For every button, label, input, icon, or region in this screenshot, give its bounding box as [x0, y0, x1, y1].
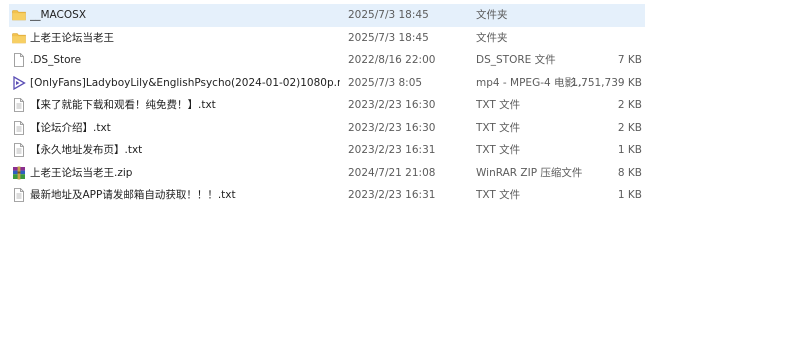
- file-row-folder[interactable]: 上老王论坛当老王 2025/7/3 18:45 文件夹: [9, 27, 645, 50]
- file-name: 【永久地址发布页】.txt: [30, 144, 143, 156]
- file-size: 7 KB: [617, 54, 642, 66]
- file-type: 文件夹: [476, 31, 508, 44]
- file-date: 2023/2/23 16:30: [348, 99, 436, 111]
- file-date: 2025/7/3 18:45: [348, 9, 429, 21]
- file-name: .DS_Store: [30, 54, 82, 66]
- file-type: TXT 文件: [476, 144, 521, 156]
- file-name: 【论坛介绍】.txt: [30, 121, 111, 134]
- file-row-mp4[interactable]: [OnlyFans]LadyboyLily&EnglishPsycho(2024…: [9, 72, 645, 95]
- file-type: DS_STORE 文件: [476, 54, 556, 66]
- file-row-ds-store[interactable]: .DS_Store 2022/8/16 22:00 DS_STORE 文件 7 …: [9, 49, 645, 72]
- file-date: 2025/7/3 18:45: [348, 31, 429, 44]
- file-row-txt[interactable]: 【永久地址发布页】.txt 2023/2/23 16:31 TXT 文件 1 K…: [9, 139, 645, 162]
- folder-icon: [12, 31, 26, 45]
- file-row-txt[interactable]: 【论坛介绍】.txt 2023/2/23 16:30 TXT 文件 2 KB: [9, 117, 645, 140]
- file-type: 文件夹: [476, 9, 508, 21]
- file-row-txt[interactable]: 最新地址及APP请发邮箱自动获取！！！.txt 2023/2/23 16:31 …: [9, 184, 645, 207]
- file-date: 2024/7/21 21:08: [348, 166, 436, 179]
- file-type: mp4 - MPEG-4 电影...: [476, 76, 586, 89]
- file-type: WinRAR ZIP 压缩文件: [476, 166, 583, 179]
- file-date: 2022/8/16 22:00: [348, 54, 436, 66]
- file-date: 2023/2/23 16:30: [348, 121, 436, 134]
- file-size: 8 KB: [617, 166, 642, 179]
- file-name: 【来了就能下载和观看！纯免费！】.txt: [30, 99, 216, 111]
- file-name: [OnlyFans]LadyboyLily&EnglishPsycho(2024…: [30, 76, 340, 89]
- file-list: __MACOSX 2025/7/3 18:45 文件夹 上老王论坛当老王 202…: [9, 4, 645, 207]
- text-file-icon: [12, 98, 26, 112]
- file-name: 上老王论坛当老王.zip: [30, 166, 133, 179]
- file-date: 2025/7/3 8:05: [348, 76, 423, 89]
- file-date: 2023/2/23 16:31: [348, 189, 436, 201]
- file-name: 最新地址及APP请发邮箱自动获取！！！.txt: [30, 189, 236, 201]
- file-type: TXT 文件: [476, 189, 521, 201]
- text-file-icon: [12, 143, 26, 157]
- file-size: 1 KB: [617, 144, 642, 156]
- winrar-archive-icon: [12, 166, 26, 180]
- file-size: 1 KB: [617, 189, 642, 201]
- blank-file-icon: [12, 53, 26, 67]
- file-size: 2 KB: [617, 99, 642, 111]
- file-row-zip[interactable]: 上老王论坛当老王.zip 2024/7/21 21:08 WinRAR ZIP …: [9, 162, 645, 185]
- file-type: TXT 文件: [476, 99, 521, 111]
- file-size: 2 KB: [617, 121, 642, 134]
- text-file-icon: [12, 188, 26, 202]
- video-file-icon: [12, 75, 26, 90]
- file-date: 2023/2/23 16:31: [348, 144, 436, 156]
- file-name: 上老王论坛当老王: [30, 31, 114, 44]
- file-size: 1,751,739 KB: [571, 76, 642, 89]
- text-file-icon: [12, 120, 26, 135]
- file-type: TXT 文件: [476, 121, 521, 134]
- file-row-macosx[interactable]: __MACOSX 2025/7/3 18:45 文件夹: [9, 4, 645, 27]
- folder-icon: [12, 8, 26, 22]
- file-name: __MACOSX: [30, 9, 87, 21]
- file-row-txt[interactable]: 【来了就能下载和观看！纯免费！】.txt 2023/2/23 16:30 TXT…: [9, 94, 645, 117]
